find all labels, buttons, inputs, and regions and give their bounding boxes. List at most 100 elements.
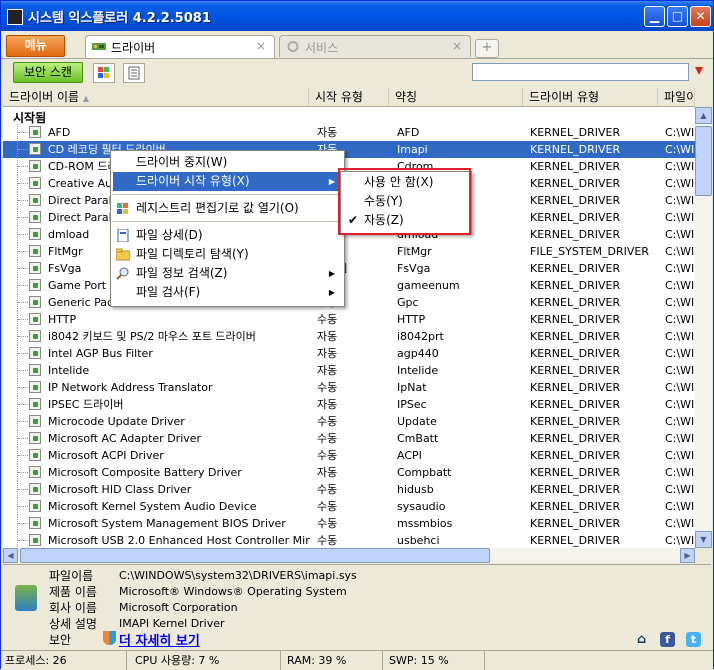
tree-line [17,243,28,260]
driver-icon [29,313,41,325]
context-menu-item[interactable]: 파일 정보 검색(Z) ▶ [113,264,342,283]
column-header-filename[interactable]: 파일이름 [658,88,695,106]
detail-label-security: 보안 [49,633,72,647]
list-view-button[interactable] [123,63,145,83]
cell-driver-name: Intelide [48,364,90,377]
cell-filename: C:\WI [665,500,695,513]
cell-driver-name: HTTP [48,313,77,326]
tab-services-close-icon[interactable]: × [452,39,462,53]
tab-row: 메뉴 드라이버 × 서비스 × + [1,31,713,59]
context-menu-item[interactable]: 드라이버 시작 유형(X) ▶ [113,172,342,191]
gear-icon [287,41,299,52]
tree-line [17,226,28,243]
scroll-left-icon[interactable]: ◀ [3,548,18,563]
scroll-right-icon[interactable]: ▶ [680,548,695,563]
table-row[interactable]: Intelide 자동 Intelide KERNEL_DRIVER C:\WI [3,362,695,379]
table-row[interactable]: Microsoft AC Adapter Driver 수동 CmBatt KERNE… [3,430,695,447]
context-menu-item[interactable]: 드라이버 중지(W) [113,153,342,172]
table-row[interactable]: Game Port Enumerator수동gameenumKERNEL_DRI… [3,277,695,294]
facebook-icon[interactable]: f [660,632,675,647]
close-button[interactable]: ✕ [690,6,711,27]
driver-icon [29,228,41,240]
table-row[interactable]: Generic Packet Classifier수동GpcKERNEL_DRI… [3,294,695,311]
tab-services-label: 서비스 [305,41,339,55]
table-row[interactable]: Microsoft Composite Battery Driver 자동 Comp… [3,464,695,481]
column-header-driver-name[interactable]: 드라이버 이름 ▲ [3,88,309,106]
table-row[interactable]: i8042 키보드 및 PS/2 마우스 포트 드라이버 자동 i8042prt KE… [3,328,695,345]
driver-icon [29,194,41,206]
column-header-driver-type[interactable]: 드라이버 유형 [523,88,658,106]
table-row[interactable]: IP Network Address Translator 수동 IpNat KERN… [3,379,695,396]
windows-logo-button[interactable] [93,63,115,83]
table-row[interactable]: HTTP 수동 HTTP KERNEL_DRIVER C:\WI [3,311,695,328]
cell-start-type: 자동 [317,398,338,411]
cell-driver-type: KERNEL_DRIVER [530,194,621,207]
table-row[interactable]: CD 레코딩 필터 드라이버자동ImapiKERNEL_DRIVERC:\WI [3,141,695,158]
cell-driver-type: KERNEL_DRIVER [530,432,621,445]
sort-arrow-icon: ▲ [82,94,90,103]
submenu-item[interactable]: 수동(Y) [342,192,470,211]
context-menu-item[interactable]: 파일 상세(D) [113,226,342,245]
driver-icon [29,245,41,257]
context-menu-item[interactable]: 레지스트리 편집기로 값 열기(O) [113,199,342,218]
cell-filename: C:\WI [665,228,695,241]
driver-icon [29,262,41,274]
column-header-abbr[interactable]: 약칭 [389,88,523,106]
submenu-item[interactable]: 사용 안 함(X) [342,173,470,192]
context-menu-item[interactable]: 파일 검사(F) ▶ [113,283,342,302]
table-row[interactable]: AFD 자동 AFD KERNEL_DRIVER C:\WI [3,124,695,141]
table-row[interactable]: Microsoft HID Class Driver 수동 hidusb KERNEL… [3,481,695,498]
twitter-icon[interactable]: t [686,632,701,647]
cell-driver-type: KERNEL_DRIVER [530,534,621,547]
cell-driver-type: KERNEL_DRIVER [530,228,621,241]
vertical-scroll-thumb[interactable] [695,126,712,196]
search-input[interactable] [472,63,689,81]
tree-line [17,515,28,532]
cell-filename: C:\WI [665,245,695,258]
scroll-up-icon[interactable]: ▲ [695,107,712,124]
cell-filename: C:\WI [665,143,695,156]
table-row[interactable]: FltMgr부팅FltMgrFILE_SYSTEM_DRIVERC:\WI [3,243,695,260]
tab-drivers[interactable]: 드라이버 × [85,35,275,58]
title-bar[interactable]: 시스템 익스플로러 4.2.2.5081 ▁ □ ✕ [1,1,713,31]
horizontal-scrollbar[interactable]: ◀ ▶ [3,548,695,563]
minimize-button[interactable]: ▁ [644,6,665,27]
cell-driver-type: KERNEL_DRIVER [530,449,621,462]
table-row[interactable]: Microsoft ACPI Driver 수동 ACPI KERNEL_DRIVER… [3,447,695,464]
scroll-down-icon[interactable]: ▼ [695,531,712,548]
add-tab-button[interactable]: + [475,39,499,58]
search-dropdown-icon[interactable] [694,64,704,78]
tab-drivers-label: 드라이버 [111,41,156,55]
more-details-link[interactable]: 더 자세히 보기 [119,630,200,649]
driver-icon [29,296,41,308]
table-row[interactable]: Microsoft USB 2.0 Enhanced Host Controll… [3,532,695,548]
driver-icon [29,415,41,427]
table-row[interactable]: Intel AGP Bus Filter 자동 agp440 KERNEL_DRIVE… [3,345,695,362]
table-row[interactable]: Microsoft System Management BIOS Driver 수… [3,515,695,532]
cell-abbr: usbehci [397,534,440,547]
menu-button[interactable]: 메뉴 [6,35,65,57]
driver-icon [29,279,41,291]
security-scan-button[interactable]: 보안 스캔 [13,62,83,83]
detail-pane: 파일이름 제품 이름 회사 이름 상세 설명 보안 C:\WINDOWS\sys… [3,564,711,651]
home-icon[interactable]: ⌂ [634,632,649,647]
table-row[interactable]: FsVga시스템FsVgaKERNEL_DRIVERC:\WI [3,260,695,277]
table-row[interactable]: IPSEC 드라이버 자동 IPSec KERNEL_DRIVER C:\WI [3,396,695,413]
horizontal-scroll-thumb[interactable] [20,548,490,563]
maximize-icon: □ [671,9,684,23]
vertical-scrollbar[interactable]: ▲ ▼ [695,107,712,548]
tab-drivers-close-icon[interactable]: × [256,39,266,53]
cell-driver-type: KERNEL_DRIVER [530,415,621,428]
context-menu-item[interactable]: 파일 디렉토리 탐색(Y) [113,245,342,264]
table-row[interactable]: Microsoft Kernel System Audio Device 수동 sy… [3,498,695,515]
tab-services[interactable]: 서비스 × [279,35,471,57]
cell-driver-type: KERNEL_DRIVER [530,364,621,377]
submenu-item[interactable]: ✔ 자동(Z) [342,211,470,230]
tree-line [17,345,28,362]
column-header-start-type[interactable]: 시작 유형 [309,88,389,106]
driver-icon [29,347,41,359]
maximize-button[interactable]: □ [667,6,688,27]
cell-filename: C:\WI [665,347,695,360]
cell-driver-type: KERNEL_DRIVER [530,279,621,292]
table-row[interactable]: Microcode Update Driver 수동 Update KERNEL_DR… [3,413,695,430]
